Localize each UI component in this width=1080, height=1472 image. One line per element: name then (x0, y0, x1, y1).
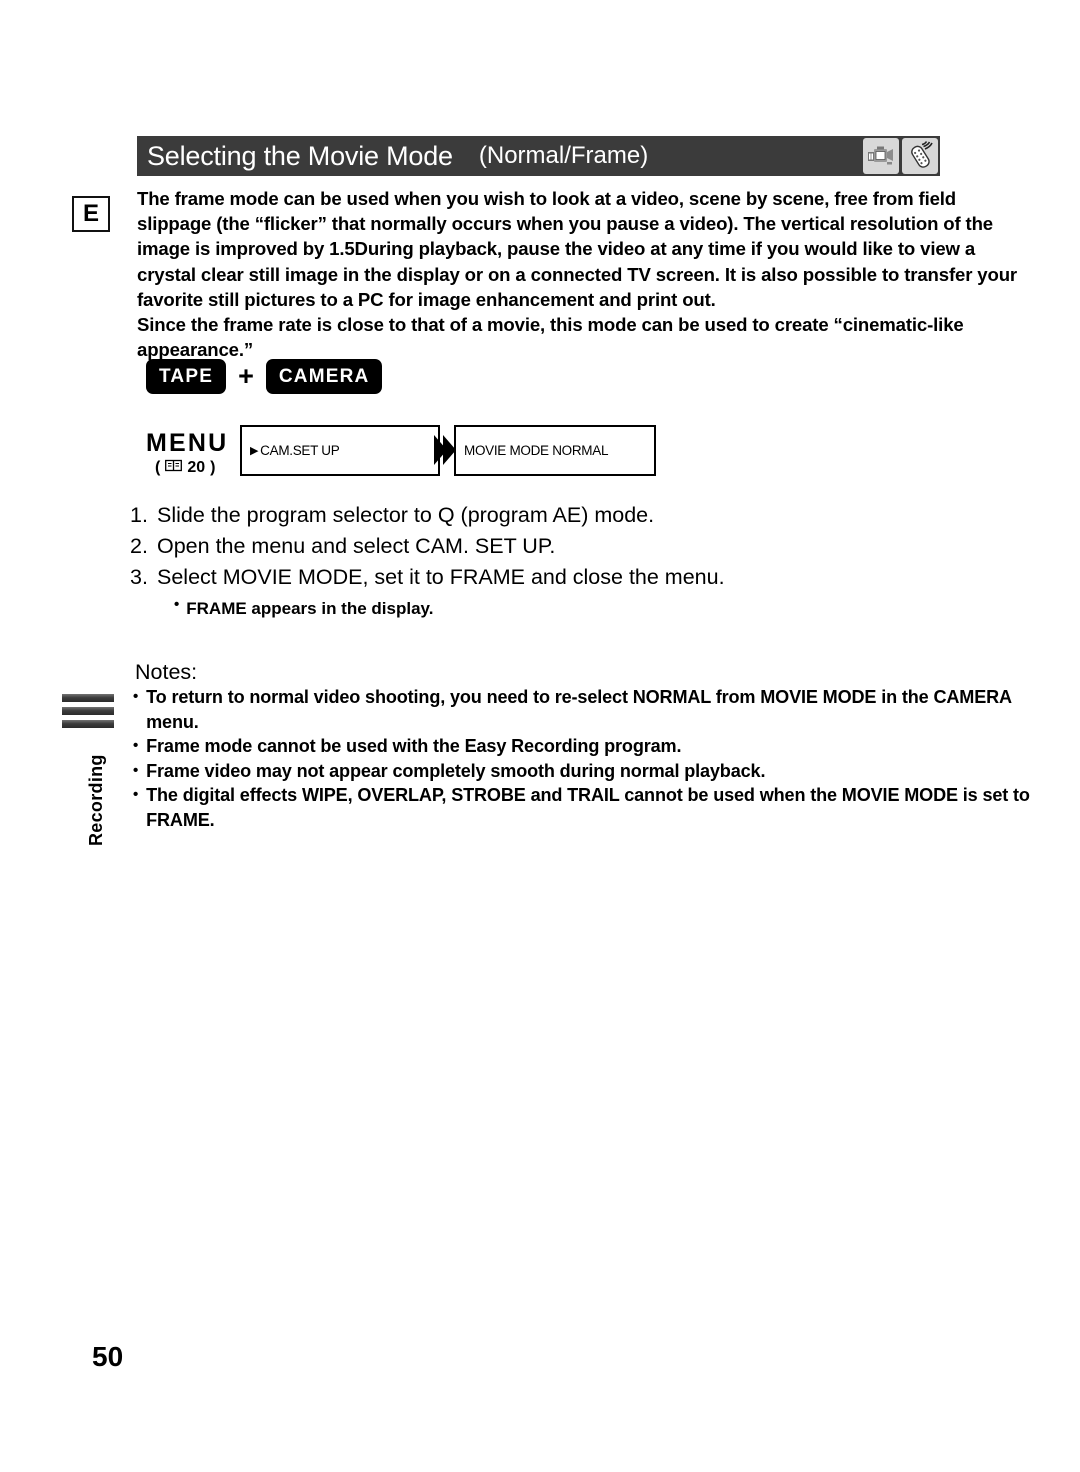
menu-box-1-label: CAM.SET UP (260, 443, 340, 458)
note-text: Frame mode cannot be used with the Easy … (146, 736, 682, 756)
instruction-step: 1. Slide the program selector to Q (prog… (130, 500, 830, 530)
bullet-icon: • (133, 737, 139, 754)
camera-mode-chip: CAMERA (265, 359, 383, 394)
step-sub-note: • FRAME appears in the display. (174, 594, 830, 624)
section-tab-bar (62, 720, 114, 728)
page-header-bar: Selecting the Movie Mode (Normal/Frame) (137, 136, 940, 176)
menu-label: MENU (146, 429, 229, 457)
menu-ref-page-number: 20 (187, 459, 206, 476)
note-item: • The digital effects WIPE, OVERLAP, STR… (133, 783, 1033, 832)
menu-selection-arrow-icon: ▶ (250, 445, 259, 457)
step-text: Slide the program selector to Q (program… (157, 503, 655, 527)
bullet-icon: • (133, 786, 139, 803)
plus-operator: + (238, 361, 254, 391)
step-text: Select MOVIE MODE, set it to FRAME and c… (157, 565, 725, 589)
menu-ref-open-paren: ( (155, 459, 161, 476)
section-tab-bars (62, 694, 114, 733)
section-tab-bar (62, 694, 114, 702)
language-badge: E (72, 196, 110, 232)
menu-ref-close-paren: ) (210, 459, 216, 476)
camcorder-icon (863, 138, 899, 174)
open-book-icon (165, 459, 183, 477)
bullet-icon: • (133, 761, 139, 779)
page-subtitle: (Normal/Frame) (478, 142, 649, 169)
remote-control-icon (902, 138, 938, 174)
bullet-icon: • (174, 596, 180, 613)
intro-text-block: The frame mode can be used when you wish… (137, 186, 1027, 362)
note-text: Frame video may not appear completely sm… (146, 760, 766, 781)
menu-box-1-content: ▶ CAM.SET UP (250, 443, 340, 458)
notes-list: • To return to normal video shooting, yo… (133, 685, 1033, 832)
page-title: Selecting the Movie Mode (147, 140, 453, 171)
flow-arrow-icon (432, 434, 456, 466)
menu-page-reference: ( 20 ) (155, 459, 215, 477)
step-number: 1. (130, 503, 148, 527)
note-item: • Frame video may not appear completely … (133, 759, 1033, 784)
instruction-step: 2. Open the menu and select CAM. SET UP. (130, 531, 830, 561)
instruction-steps-list: 1. Slide the program selector to Q (prog… (130, 500, 830, 624)
header-icon-group (863, 138, 938, 174)
note-text: The digital effects WIPE, OVERLAP, STROB… (146, 785, 1030, 830)
instruction-step: 3. Select MOVIE MODE, set it to FRAME an… (130, 562, 830, 592)
step-text: Open the menu and select CAM. SET UP. (157, 534, 556, 558)
note-item: • Frame mode cannot be used with the Eas… (133, 734, 1033, 759)
menu-box-2-label: MOVIE MODE NORMAL (464, 443, 609, 458)
section-tab-bar (62, 707, 114, 715)
section-tab-label: Recording (86, 754, 106, 846)
note-text: To return to normal video shooting, you … (146, 687, 1012, 732)
bullet-icon: • (133, 688, 139, 705)
menu-screen-box-2: MOVIE MODE NORMAL (454, 425, 656, 476)
page-number: 50 (92, 1341, 124, 1372)
intro-paragraph-1: The frame mode can be used when you wish… (137, 188, 1017, 310)
mode-chip-group: TAPE + CAMERA (146, 359, 383, 394)
intro-paragraph-2: Since the frame rate is close to that of… (137, 314, 964, 361)
note-item: • To return to normal video shooting, yo… (133, 685, 1033, 734)
step-number: 3. (130, 565, 148, 589)
notes-heading: Notes: (135, 660, 198, 684)
step-number: 2. (130, 534, 148, 558)
tape-mode-chip: TAPE (146, 359, 227, 394)
step-sub-note-text: FRAME appears in the display. (186, 599, 434, 618)
menu-screen-box-1: ▶ CAM.SET UP (240, 425, 440, 476)
